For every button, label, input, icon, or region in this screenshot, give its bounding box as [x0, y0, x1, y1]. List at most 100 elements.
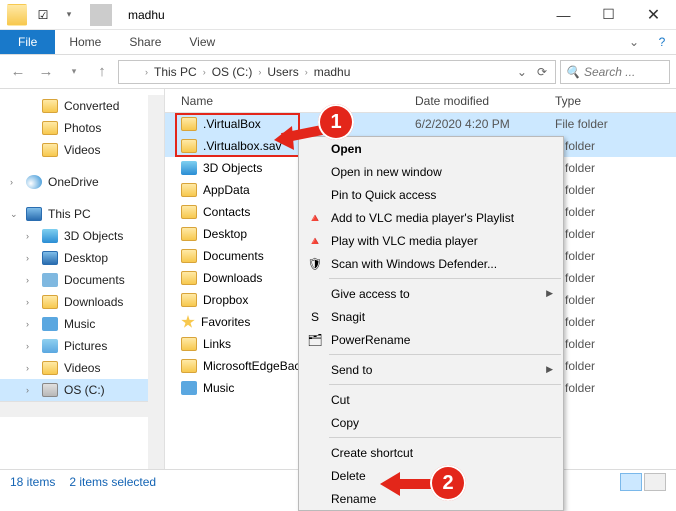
chevron-right-icon[interactable]: › [199, 67, 210, 77]
folder-icon [181, 227, 197, 241]
sidebar-item[interactable]: Videos [0, 139, 164, 161]
search-input[interactable]: 🔍 Search ... [560, 60, 670, 84]
menu-item[interactable]: Cut [299, 388, 563, 411]
sidebar-item[interactable]: ›3D Objects [0, 225, 164, 247]
menu-item-label: Delete [331, 469, 366, 483]
folder-icon [42, 251, 58, 265]
icons-view-button[interactable] [644, 473, 666, 491]
sidebar-item[interactable]: ›Documents [0, 269, 164, 291]
menu-separator [329, 384, 561, 385]
sidebar-item-onedrive[interactable]: ›OneDrive [0, 171, 164, 193]
menu-item[interactable]: SSnagit [299, 305, 563, 328]
navigation-pane: Converted Photos Videos ›OneDrive ⌄This … [0, 89, 165, 469]
menu-item-label: PowerRename [331, 333, 410, 347]
menu-item[interactable]: Create shortcut [299, 441, 563, 464]
file-type: e folder [555, 293, 676, 307]
menu-item[interactable]: Give access to▶ [299, 282, 563, 305]
address-bar[interactable]: › This PC › OS (C:) › Users › madhu ⌄ ⟳ [118, 60, 556, 84]
details-view-button[interactable] [620, 473, 642, 491]
up-button[interactable]: ↑ [90, 60, 114, 84]
menu-item-label: Rename [331, 492, 376, 506]
file-name: Links [203, 337, 231, 351]
file-name: 3D Objects [203, 161, 262, 175]
menu-item[interactable]: Open in new window [299, 160, 563, 183]
menu-item-label: Cut [331, 393, 350, 407]
checkbox-icon[interactable]: ☑ [32, 4, 54, 26]
folder-icon [181, 337, 197, 351]
file-type: e folder [555, 315, 676, 329]
menu-item[interactable]: Copy [299, 411, 563, 434]
file-name: Dropbox [203, 293, 248, 307]
view-tab[interactable]: View [175, 30, 229, 54]
file-name: MicrosoftEdgeBacku [203, 359, 313, 373]
menu-item-label: Scan with Windows Defender... [331, 257, 497, 271]
cloud-icon [26, 175, 42, 189]
menu-item[interactable]: Pin to Quick access [299, 183, 563, 206]
sidebar-item[interactable]: ›Videos [0, 357, 164, 379]
menu-separator [329, 278, 561, 279]
sidebar-item[interactable]: ›OS (C:) [0, 379, 164, 401]
file-name: Desktop [203, 227, 247, 241]
file-name: AppData [203, 183, 250, 197]
submenu-arrow-icon: ▶ [546, 288, 553, 299]
sidebar-item[interactable]: ›Downloads [0, 291, 164, 313]
file-tab[interactable]: File [0, 30, 55, 54]
address-dropdown-icon[interactable]: ⌄ [513, 65, 531, 79]
menu-item[interactable]: Open [299, 137, 563, 160]
column-type[interactable]: Type [555, 94, 676, 108]
menu-item-label: Open in new window [331, 165, 442, 179]
forward-button[interactable]: → [34, 60, 58, 84]
breadcrumb[interactable]: OS (C:) [212, 65, 253, 79]
file-list: Name Date modified Type .VirtualBox6/2/2… [165, 89, 676, 469]
maximize-button[interactable]: ☐ [586, 0, 631, 30]
chevron-right-icon[interactable]: › [254, 67, 265, 77]
menu-item[interactable]: Send to▶ [299, 358, 563, 381]
menu-item[interactable]: 🔺Add to VLC media player's Playlist [299, 206, 563, 229]
folder-icon [181, 315, 195, 329]
file-type: File folder [555, 117, 676, 131]
separator [90, 4, 112, 26]
qat-dropdown-icon[interactable]: ▾ [58, 4, 80, 26]
menu-item-icon: S [307, 309, 323, 325]
menu-item[interactable]: 🛡Scan with Windows Defender... [299, 252, 563, 275]
share-tab[interactable]: Share [115, 30, 175, 54]
file-type: e folder [555, 249, 676, 263]
quick-access-toolbar: ☑ ▾ [0, 4, 124, 26]
column-name[interactable]: Name [165, 94, 415, 108]
window-title: madhu [124, 8, 541, 22]
search-placeholder: Search ... [584, 65, 635, 79]
back-button[interactable]: ← [6, 60, 30, 84]
chevron-right-icon[interactable]: › [301, 67, 312, 77]
file-type: e folder [555, 359, 676, 373]
sidebar-item[interactable]: ›Music [0, 313, 164, 335]
vertical-scrollbar[interactable] [148, 95, 164, 469]
folder-icon [42, 295, 58, 309]
horizontal-scrollbar[interactable] [0, 401, 164, 417]
sidebar-item[interactable]: Photos [0, 117, 164, 139]
sidebar-item[interactable]: ›Desktop [0, 247, 164, 269]
sidebar-item-thispc[interactable]: ⌄This PC [0, 203, 164, 225]
sidebar-item[interactable]: Converted [0, 95, 164, 117]
file-type: e folder [555, 227, 676, 241]
breadcrumb[interactable]: Users [267, 65, 298, 79]
breadcrumb[interactable]: This PC [154, 65, 197, 79]
close-button[interactable]: ✕ [631, 0, 676, 30]
help-icon[interactable]: ? [648, 30, 676, 54]
menu-item-label: Create shortcut [331, 446, 413, 460]
breadcrumb[interactable]: madhu [314, 65, 351, 79]
column-date[interactable]: Date modified [415, 94, 555, 108]
annotation-badge-2: 2 [430, 465, 466, 501]
folder-icon [181, 249, 197, 263]
chevron-right-icon[interactable]: › [141, 67, 152, 77]
menu-item[interactable]: 🔺Play with VLC media player [299, 229, 563, 252]
file-type: e folder [555, 337, 676, 351]
minimize-button[interactable]: — [541, 0, 586, 30]
menu-item[interactable]: 🗂 PowerRename [299, 328, 563, 351]
expand-ribbon-icon[interactable]: ⌄ [620, 30, 648, 54]
home-tab[interactable]: Home [55, 30, 115, 54]
recent-dropdown-icon[interactable]: ▾ [62, 60, 86, 84]
menu-item-icon: 🗂 [307, 332, 323, 348]
refresh-icon[interactable]: ⟳ [533, 65, 551, 79]
menu-separator [329, 354, 561, 355]
sidebar-item[interactable]: ›Pictures [0, 335, 164, 357]
